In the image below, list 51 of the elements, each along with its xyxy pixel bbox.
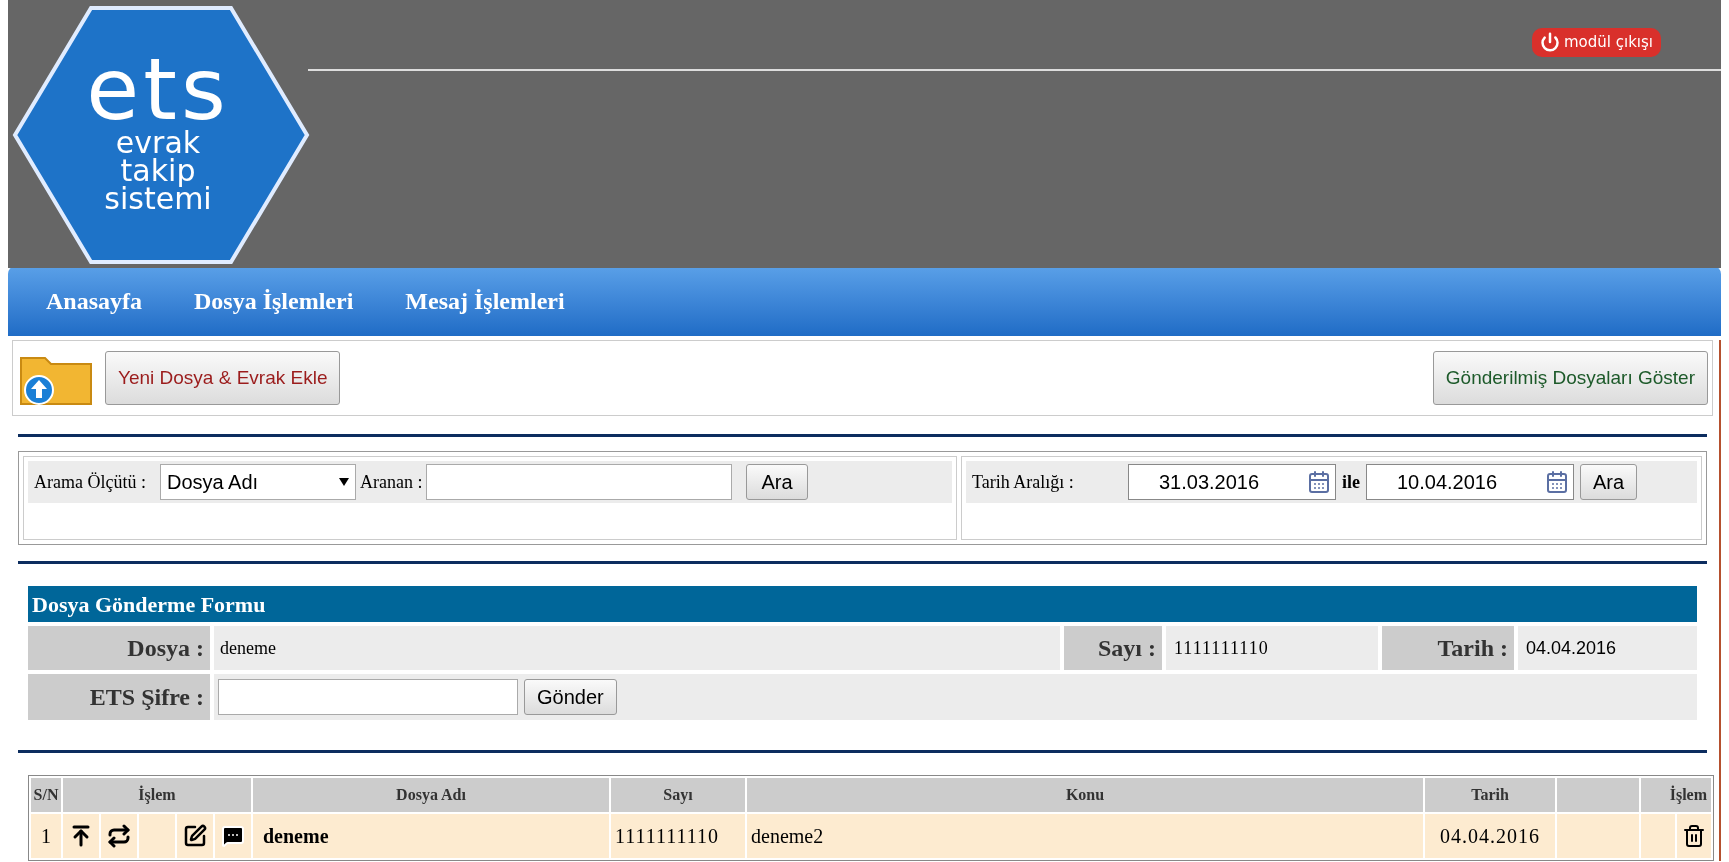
logo-subtitle: takip [120,157,196,185]
column-header: S/N [31,778,61,812]
nav-link[interactable]: Mesaj İşlemleri [405,283,565,319]
between-label: ile [1342,470,1360,494]
logo-hexagon-icon [11,4,311,266]
module-exit-button[interactable]: modül çıkışı [1532,28,1661,57]
criterion-select[interactable]: Dosya Adı [159,464,356,500]
query-label: Aranan : [359,470,423,494]
repeat-icon[interactable] [107,824,131,848]
logo-title: ets [86,49,230,129]
file-label: Dosya : [127,634,204,663]
date-label: Tarih : [1437,634,1508,663]
send-button[interactable]: Gönder [524,679,617,715]
column-header: İşlem [63,778,251,812]
date-range-label: Tarih Aralığı : [972,470,1075,494]
query-field[interactable] [426,464,733,500]
column-header: Dosya Adı [253,778,609,812]
search-button[interactable]: Ara [746,464,808,500]
password-field[interactable] [218,679,518,715]
table-cell-text: 1 [40,824,52,849]
comment-icon[interactable] [221,824,245,848]
new-file-button[interactable]: Yeni Dosya & Evrak Ekle [105,351,341,405]
file-value: deneme [220,636,276,660]
criterion-label: Arama Ölçütü : [34,470,146,494]
nav-link[interactable]: Anasayfa [46,283,142,319]
start-date-field[interactable]: 31.03.2016 [1128,464,1336,500]
dropdown-caret-icon[interactable] [338,478,349,486]
column-header: Konu [747,778,1423,812]
column-header: Sayı [611,778,745,812]
column-header: İşlem [1641,778,1711,812]
form-title: Dosya Gönderme Formu [32,590,266,619]
table-cell-text: deneme [262,824,330,849]
calendar-icon[interactable] [1545,470,1569,494]
calendar-icon[interactable] [1307,470,1331,494]
power-icon [1540,32,1560,53]
edit-icon[interactable] [183,824,207,848]
logo-subtitle: evrak [115,129,201,157]
password-label: ETS Şifre : [89,683,204,712]
end-date-field[interactable]: 10.04.2016 [1366,464,1574,500]
number-value: 1111111110 [1174,636,1269,660]
number-label: Sayı : [1098,634,1156,663]
date-value: 04.04.2016 [1526,636,1617,660]
table-cell-text: 04.04.2016 [1439,824,1541,849]
table-cell-text: deneme2 [750,824,825,849]
sent-files-button[interactable]: Gönderilmiş Dosyaları Göster [1432,351,1708,405]
column-header: Tarih [1425,778,1555,812]
nav-link[interactable]: Dosya İşlemleri [194,283,354,319]
trash-icon[interactable] [1682,824,1706,848]
date-search-button[interactable]: Ara [1580,464,1638,500]
logo-subtitle: sistemi [104,185,212,213]
table-cell-text: 1111111110 [614,824,721,849]
